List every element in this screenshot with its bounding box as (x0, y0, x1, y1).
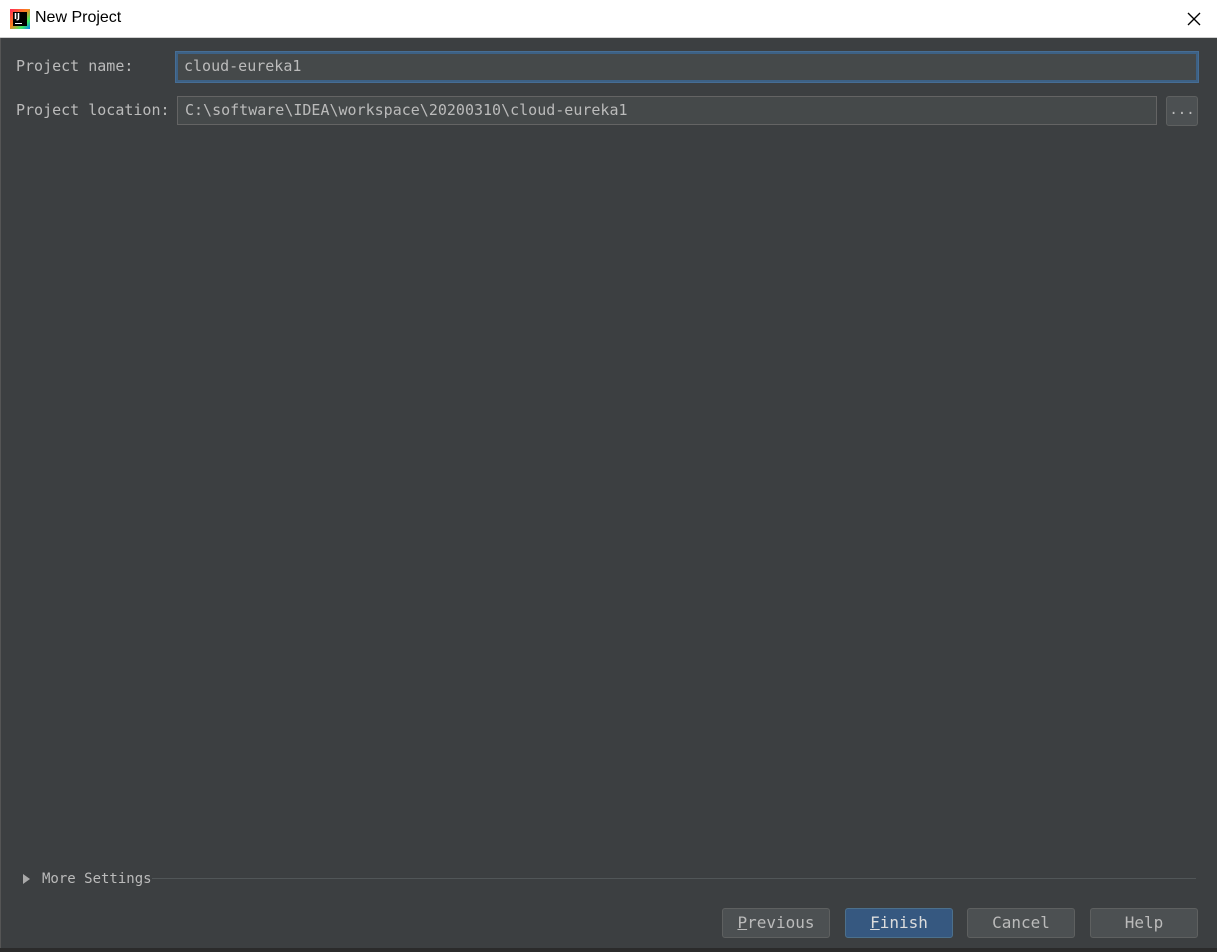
title-bar: IJ New Project (0, 0, 1217, 38)
project-location-input[interactable]: C:\software\IDEA\workspace\20200310\clou… (177, 96, 1157, 125)
project-name-input[interactable]: cloud-eureka1 (176, 52, 1198, 82)
help-button[interactable]: Help (1090, 908, 1198, 938)
previous-label-rest: revious (747, 913, 815, 932)
project-name-label: Project name: (16, 57, 134, 75)
previous-button[interactable]: Previous (722, 908, 830, 938)
intellij-idea-icon: IJ (10, 9, 30, 29)
more-settings-label: More Settings (42, 871, 152, 887)
finish-button[interactable]: Finish (845, 908, 953, 938)
more-settings-toggle[interactable]: More Settings (22, 869, 152, 889)
previous-mnemonic: P (737, 913, 748, 932)
close-icon (1187, 12, 1201, 25)
finish-label-rest: inish (879, 913, 928, 932)
finish-mnemonic: F (870, 913, 880, 932)
bottom-edge (0, 948, 1217, 952)
browse-location-button[interactable]: ... (1166, 96, 1198, 126)
dialog-left-edge (0, 38, 1, 952)
project-location-label: Project location: (16, 101, 170, 119)
triangle-right-icon (23, 874, 30, 884)
more-settings-divider (152, 878, 1196, 879)
cancel-button[interactable]: Cancel (967, 908, 1075, 938)
window-title: New Project (35, 9, 122, 26)
close-button[interactable] (1171, 0, 1217, 37)
